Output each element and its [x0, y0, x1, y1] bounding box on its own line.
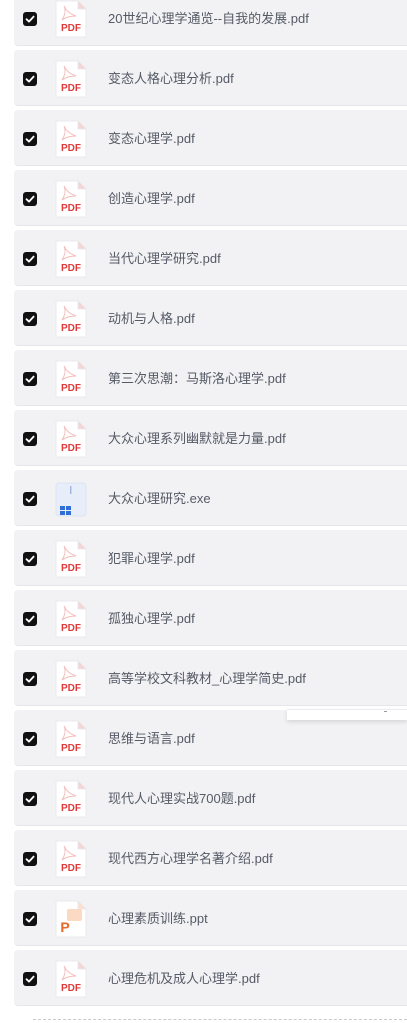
- file-checkbox[interactable]: [23, 792, 37, 806]
- file-checkbox[interactable]: [23, 132, 37, 146]
- svg-text:PDF: PDF: [61, 83, 81, 94]
- file-name[interactable]: 变态心理学.pdf: [108, 130, 195, 148]
- svg-text:PDF: PDF: [61, 203, 81, 214]
- file-row[interactable]: 大众心理研究.exe: [14, 470, 407, 526]
- file-checkbox[interactable]: [23, 252, 37, 266]
- list-bottom-divider: [33, 1019, 407, 1020]
- checkmark-icon: [25, 375, 35, 383]
- file-row[interactable]: PDF 高等学校文科教材_心理学简史.pdf: [14, 650, 407, 706]
- file-checkbox[interactable]: [23, 492, 37, 506]
- file-checkbox[interactable]: [23, 12, 37, 26]
- checkmark-icon: [25, 135, 35, 143]
- file-name[interactable]: 大众心理系列幽默就是力量.pdf: [108, 430, 286, 448]
- file-name[interactable]: 变态人格心理分析.pdf: [108, 70, 234, 88]
- svg-text:PDF: PDF: [61, 743, 81, 754]
- file-checkbox[interactable]: [23, 612, 37, 626]
- checkmark-icon: [25, 75, 35, 83]
- checkmark-icon: [25, 915, 35, 923]
- svg-text:PDF: PDF: [61, 443, 81, 454]
- svg-text:PDF: PDF: [61, 863, 81, 874]
- file-checkbox[interactable]: [23, 852, 37, 866]
- checkmark-icon: [25, 855, 35, 863]
- file-checkbox[interactable]: [23, 192, 37, 206]
- checkmark-icon: [25, 615, 35, 623]
- file-row[interactable]: PDF 犯罪心理学.pdf: [14, 530, 407, 586]
- file-row[interactable]: PDF 创造心理学.pdf: [14, 170, 407, 226]
- svg-text:PDF: PDF: [61, 623, 81, 634]
- svg-text:P: P: [60, 919, 69, 935]
- file-checkbox[interactable]: [23, 972, 37, 986]
- checkmark-icon: [25, 975, 35, 983]
- checkmark-icon: [25, 15, 35, 23]
- file-name[interactable]: 当代心理学研究.pdf: [108, 250, 221, 268]
- file-row[interactable]: PDF 心理危机及成人心理学.pdf: [14, 950, 407, 1006]
- tooltip-popup: [287, 709, 407, 720]
- file-name[interactable]: 思维与语言.pdf: [108, 730, 195, 748]
- tooltip-mark: [384, 711, 387, 712]
- file-name[interactable]: 犯罪心理学.pdf: [108, 550, 195, 568]
- file-checkbox[interactable]: [23, 732, 37, 746]
- file-row[interactable]: P 心理素质训练.ppt: [14, 890, 407, 946]
- file-row[interactable]: PDF 孤独心理学.pdf: [14, 590, 407, 646]
- file-checkbox[interactable]: [23, 552, 37, 566]
- file-name[interactable]: 第三次思潮：马斯洛心理学.pdf: [108, 370, 286, 388]
- file-row[interactable]: PDF 变态人格心理分析.pdf: [14, 50, 407, 106]
- file-name[interactable]: 孤独心理学.pdf: [108, 610, 195, 628]
- file-row[interactable]: PDF 当代心理学研究.pdf: [14, 230, 407, 286]
- file-checkbox[interactable]: [23, 672, 37, 686]
- file-row[interactable]: PDF 20世纪心理学通览--自我的发展.pdf: [14, 0, 407, 46]
- checkmark-icon: [25, 735, 35, 743]
- checkmark-icon: [25, 795, 35, 803]
- file-row[interactable]: PDF 现代人心理实战700题.pdf: [14, 770, 407, 826]
- svg-text:PDF: PDF: [61, 803, 81, 814]
- svg-text:PDF: PDF: [61, 323, 81, 334]
- file-row[interactable]: PDF 大众心理系列幽默就是力量.pdf: [14, 410, 407, 466]
- svg-text:PDF: PDF: [61, 23, 81, 34]
- file-checkbox[interactable]: [23, 912, 37, 926]
- file-name[interactable]: 高等学校文科教材_心理学简史.pdf: [108, 670, 306, 688]
- svg-text:PDF: PDF: [61, 563, 81, 574]
- file-checkbox[interactable]: [23, 432, 37, 446]
- checkmark-icon: [25, 495, 35, 503]
- file-checkbox[interactable]: [23, 72, 37, 86]
- file-name[interactable]: 心理危机及成人心理学.pdf: [108, 970, 260, 988]
- checkmark-icon: [25, 255, 35, 263]
- svg-text:PDF: PDF: [61, 143, 81, 154]
- checkmark-icon: [25, 315, 35, 323]
- checkmark-icon: [25, 555, 35, 563]
- file-list: PDF 20世纪心理学通览--自我的发展.pdf PDF 变态人格心理分析.pdf PD…: [14, 0, 407, 1010]
- file-name[interactable]: 现代人心理实战700题.pdf: [108, 790, 255, 808]
- file-checkbox[interactable]: [23, 312, 37, 326]
- file-row[interactable]: PDF 第三次思潮：马斯洛心理学.pdf: [14, 350, 407, 406]
- file-checkbox[interactable]: [23, 372, 37, 386]
- file-name[interactable]: 心理素质训练.ppt: [108, 910, 208, 928]
- checkmark-icon: [25, 195, 35, 203]
- svg-text:PDF: PDF: [61, 263, 81, 274]
- checkmark-icon: [25, 675, 35, 683]
- svg-text:PDF: PDF: [61, 683, 81, 694]
- file-row[interactable]: PDF 变态心理学.pdf: [14, 110, 407, 166]
- file-name[interactable]: 20世纪心理学通览--自我的发展.pdf: [108, 10, 309, 28]
- file-row[interactable]: PDF 现代西方心理学名著介绍.pdf: [14, 830, 407, 886]
- svg-text:PDF: PDF: [61, 983, 81, 994]
- svg-text:PDF: PDF: [61, 383, 81, 394]
- file-name[interactable]: 动机与人格.pdf: [108, 310, 195, 328]
- file-name[interactable]: 创造心理学.pdf: [108, 190, 195, 208]
- file-name[interactable]: 现代西方心理学名著介绍.pdf: [108, 850, 273, 868]
- checkmark-icon: [25, 435, 35, 443]
- file-name[interactable]: 大众心理研究.exe: [108, 490, 211, 508]
- file-row[interactable]: PDF 动机与人格.pdf: [14, 290, 407, 346]
